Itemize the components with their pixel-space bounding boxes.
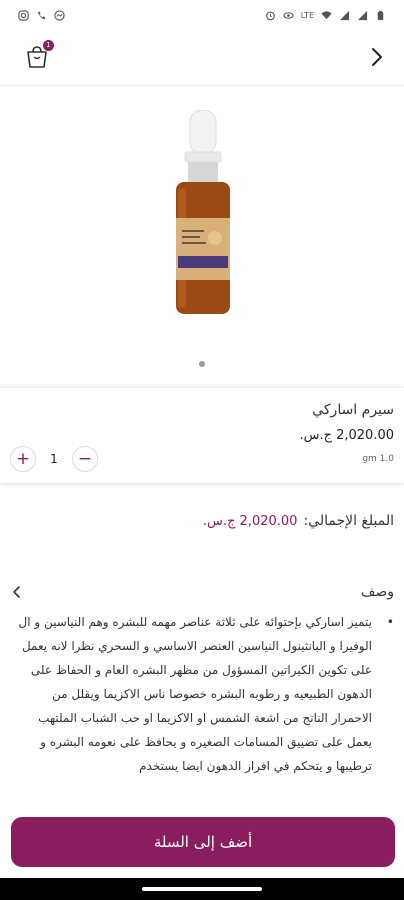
wifi-icon — [321, 10, 332, 19]
increase-quantity-button[interactable]: + — [10, 446, 36, 472]
description-title: وصف — [360, 584, 394, 600]
product-info-card: سيرم اساركي 2,020.00 ج.س. gm 1.0 + 1 − — [0, 387, 404, 483]
status-icons-right: LTE — [265, 10, 386, 21]
product-price: 2,020.00 ج.س. — [299, 428, 394, 443]
home-indicator[interactable] — [142, 887, 262, 891]
alarm-icon — [265, 11, 275, 20]
total-row: المبلغ الإجمالي: 2,020.00 ج.س. — [203, 513, 394, 529]
cart-button[interactable]: 1 — [24, 40, 54, 70]
product-name: سيرم اساركي — [312, 402, 394, 418]
status-icons-left — [18, 9, 65, 21]
eye-icon — [283, 11, 294, 19]
cta-bar: أضف إلى السلة — [0, 806, 404, 878]
pager-dot[interactable] — [199, 361, 205, 367]
quantity-value: 1 — [50, 452, 58, 466]
image-pager — [0, 361, 404, 367]
cart-badge: 1 — [43, 40, 54, 51]
product-weight: gm 1.0 — [362, 454, 394, 464]
total-label: المبلغ الإجمالي: — [303, 513, 394, 529]
add-to-cart-button[interactable]: أضف إلى السلة — [11, 817, 395, 867]
signal-icon — [339, 10, 350, 20]
battery-icon — [377, 10, 384, 20]
navigation-bar — [0, 878, 404, 900]
back-button[interactable] — [366, 46, 388, 68]
description-header[interactable]: وصف — [10, 580, 394, 604]
status-bar: LTE — [0, 0, 404, 30]
bullet-point: • — [386, 615, 394, 629]
messenger-icon — [54, 9, 65, 21]
lte-label: LTE — [300, 10, 314, 20]
description-text: يتميز اساركي بإحتوائه على ثلاثة عناصر مه… — [18, 615, 372, 773]
signal-icon-2 — [357, 10, 368, 20]
quantity-stepper: + 1 − — [10, 446, 98, 472]
chevron-left-icon — [13, 586, 20, 598]
phone-icon — [37, 11, 46, 19]
decrease-quantity-button[interactable]: − — [72, 446, 98, 472]
total-value: 2,020.00 ج.س. — [202, 513, 298, 529]
product-image[interactable] — [158, 110, 248, 320]
chevron-right-icon — [372, 48, 382, 66]
instagram-icon — [18, 9, 29, 21]
app-header: 1 — [0, 30, 404, 86]
description-text-block: • يتميز اساركي بإحتوائه على ثلاثة عناصر … — [10, 610, 394, 810]
